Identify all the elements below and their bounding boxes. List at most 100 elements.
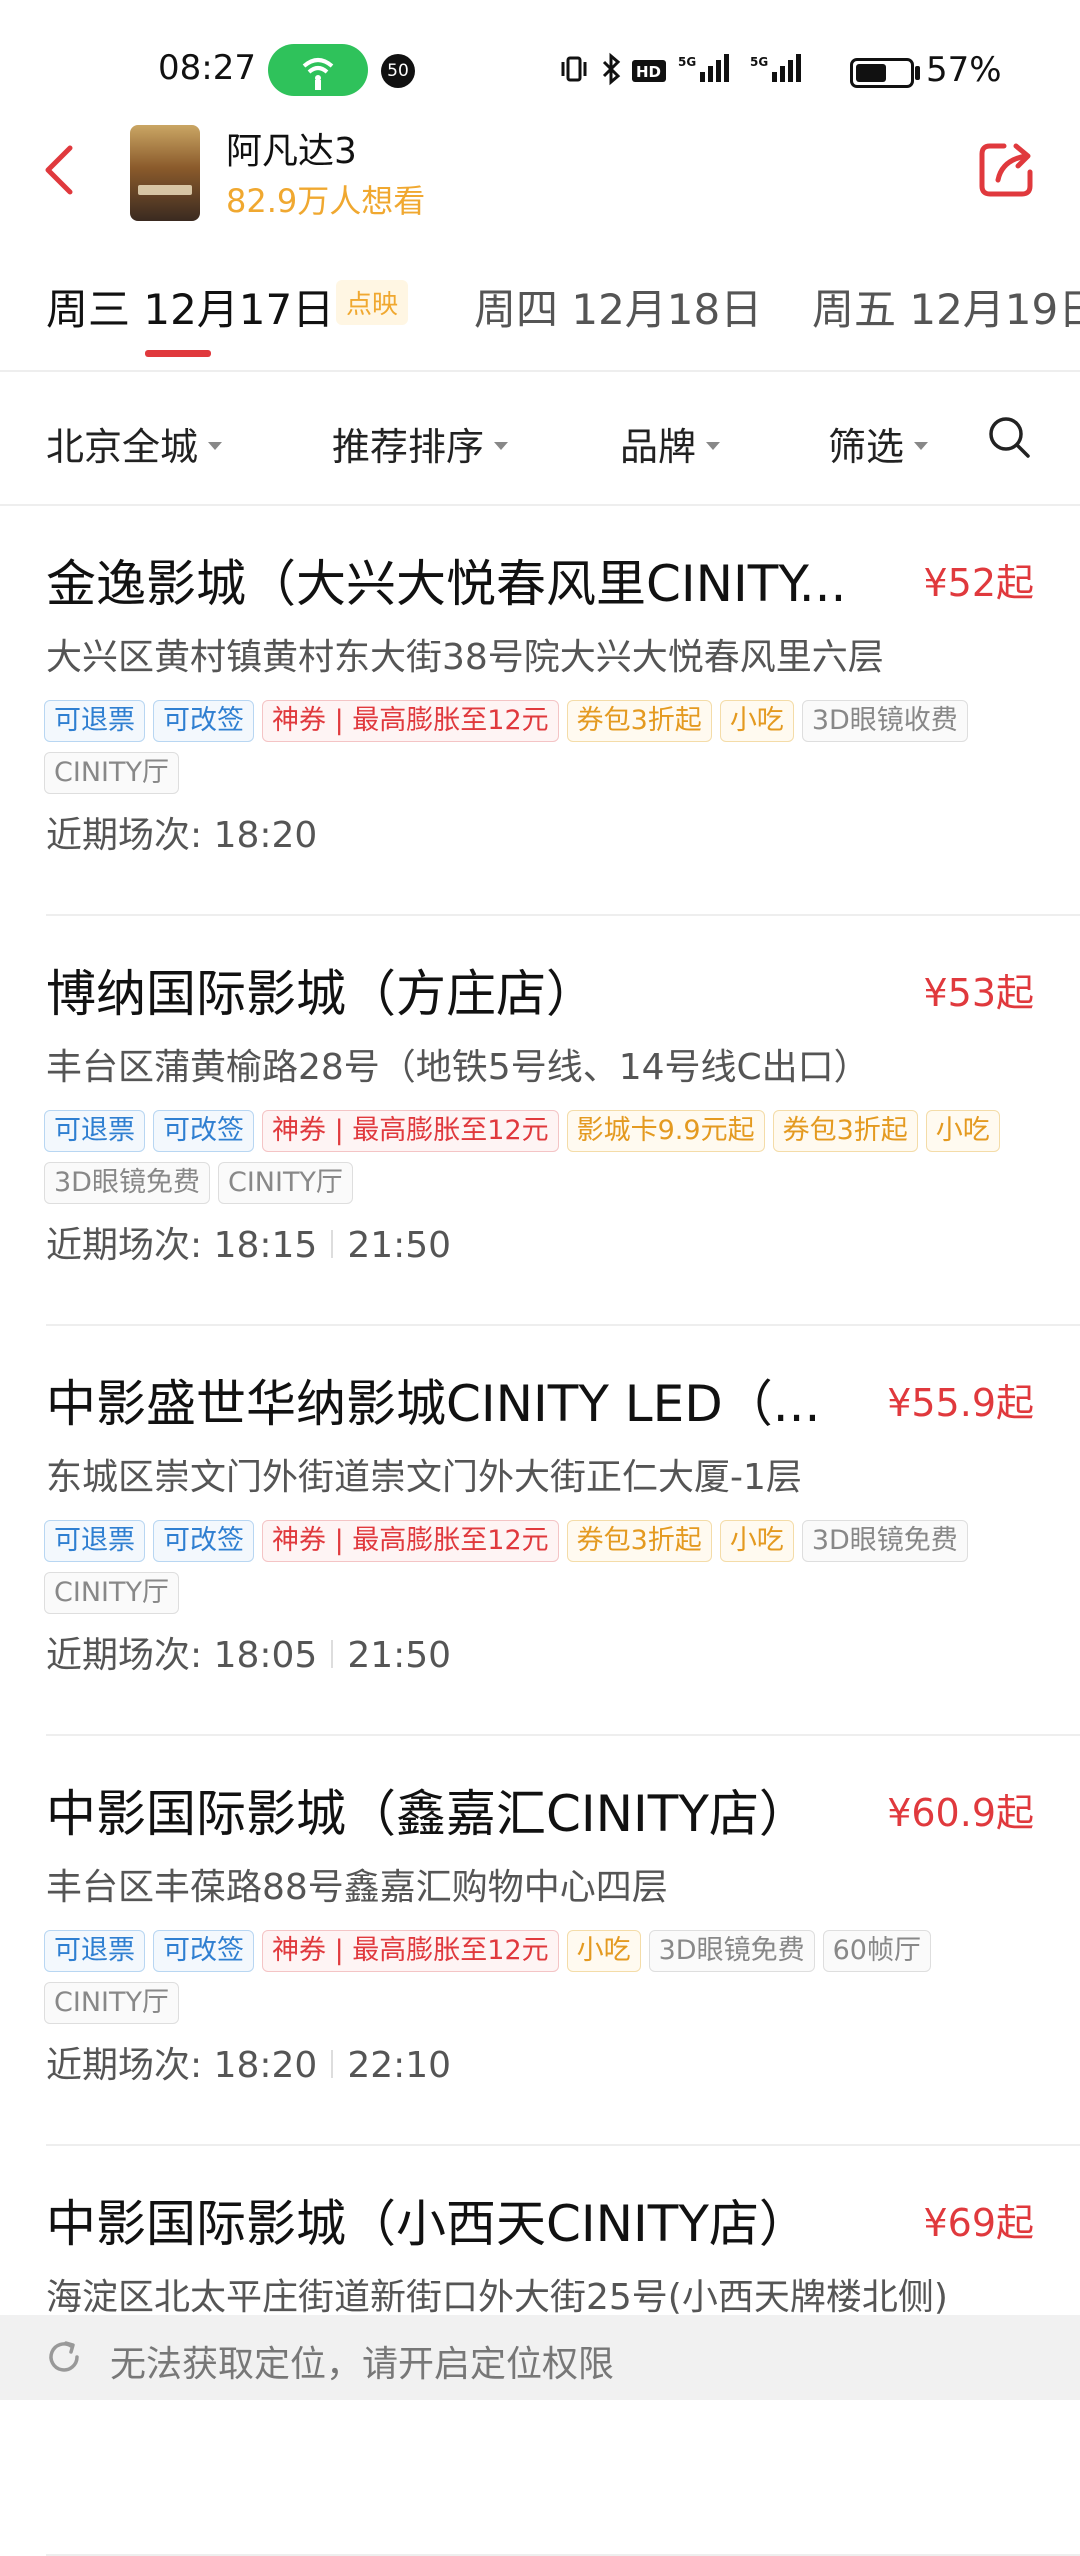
movie-poster[interactable]: [130, 125, 200, 221]
feature-tag: 神券 | 最高膨胀至12元: [262, 1520, 559, 1562]
session-time: 21:50: [347, 1225, 452, 1266]
sessions-label: 近期场次:: [46, 2045, 203, 2086]
session-time: 22:10: [347, 2045, 452, 2086]
feature-tag: 小吃: [925, 1110, 1000, 1152]
battery-icon: [850, 58, 914, 88]
cinema-price: ¥53起: [923, 971, 1034, 1015]
cinema-name: 中影国际影城（鑫嘉汇CINITY店）: [46, 1785, 809, 1843]
battery-tip: [915, 66, 920, 80]
sessions-label: 近期场次:: [46, 1635, 203, 1676]
chevron-down-icon: [494, 441, 509, 450]
cinema-tags: 可退票 可改签 神券 | 最高膨胀至12元 券包3折起 小吃 3D眼镜免费 CINITY厅: [44, 1520, 1044, 1624]
svg-text:HD: HD: [636, 63, 661, 81]
cinema-address: 海淀区北太平庄街道新街口外大街25号(小西天牌楼北侧): [46, 2277, 948, 2318]
active-tab-indicator: [145, 350, 211, 357]
feature-tag: CINITY厅: [44, 1572, 179, 1614]
date-tab-1[interactable]: 周四 12月18日: [474, 276, 762, 337]
cinema-card[interactable]: 金逸影城（大兴大悦春风里CINITY... ¥52起 大兴区黄村镇黄村东大街38号院…: [0, 506, 1080, 916]
cinema-price: ¥60.9起: [887, 1791, 1034, 1835]
back-arrow-icon: [45, 145, 73, 195]
session-time: 18:05: [213, 1635, 318, 1676]
feature-tag: CINITY厅: [44, 752, 179, 794]
feature-tag: 可改签: [153, 1110, 254, 1152]
feature-tag: CINITY厅: [44, 1982, 179, 2024]
refresh-icon: [49, 2341, 79, 2372]
wifi-icon: [302, 58, 334, 90]
cinema-card[interactable]: 博纳国际影城（方庄店） ¥53起丰台区蒲黄榆路28号（地铁5号线、14号线C出口）…: [0, 916, 1080, 1326]
recent-sessions: 近期场次: 18:20: [46, 806, 317, 858]
feature-tag: 券包3折起: [566, 700, 712, 742]
sort-filter[interactable]: 推荐排序: [332, 416, 509, 471]
back-button[interactable]: [36, 140, 86, 200]
feature-tag: 可改签: [153, 1520, 254, 1562]
signal-5g-icon: 5G: [750, 54, 801, 82]
cinema-tags: 可退票 可改签 神券 | 最高膨胀至12元 影城卡9.9元起 券包3折起 小吃 3D眼镜免费…: [44, 1110, 1044, 1214]
cinema-tags: 可退票 可改签 神券 | 最高膨胀至12元 小吃 3D眼镜免费 60帧厅 CINITY厅: [44, 1930, 1044, 2034]
recent-sessions: 近期场次: 18:20 22:10: [46, 2036, 451, 2088]
hd-icon: HD: [632, 60, 666, 82]
want-to-watch-count: 82.9万人想看: [226, 182, 426, 220]
feature-tag: 3D眼镜免费: [648, 1930, 815, 1972]
feature-tag: 3D眼镜收费: [801, 700, 968, 742]
wifi-hotspot-indicator: [268, 44, 368, 96]
feature-tag: CINITY厅: [217, 1162, 353, 1204]
city-filter-label: 北京全城: [46, 425, 199, 469]
cinema-price: ¥52起: [923, 561, 1034, 605]
feature-tag: 神券 | 最高膨胀至12元: [262, 1930, 559, 1972]
vibrate-icon: [561, 56, 587, 82]
cinema-address: 东城区崇文门外街道崇文门外大街正仁大厦-1层: [46, 1457, 802, 1498]
session-time: 18:15: [213, 1225, 318, 1266]
cinema-name: 博纳国际影城（方庄店）: [46, 965, 596, 1023]
session-separator: [331, 2050, 334, 2078]
feature-tag: 小吃: [719, 1520, 794, 1562]
bluetooth-icon: [602, 52, 621, 86]
feature-tag: 小吃: [566, 1930, 641, 1972]
feature-tag: 券包3折起: [566, 1520, 712, 1562]
cinema-price: ¥69起: [923, 2201, 1034, 2245]
session-separator: [331, 1640, 334, 1668]
preview-screening-badge: 点映: [336, 280, 409, 325]
search-icon: [989, 417, 1030, 458]
brand-filter[interactable]: 品牌: [620, 416, 721, 471]
feature-tag: 影城卡9.9元起: [566, 1110, 765, 1152]
chevron-down-icon: [706, 441, 721, 450]
city-filter[interactable]: 北京全城: [46, 416, 223, 471]
session-separator: [331, 1230, 334, 1258]
more-filter[interactable]: 筛选: [828, 416, 929, 471]
location-toast[interactable]: 无法获取定位，请开启定位权限: [0, 2315, 1080, 2400]
session-time: 21:50: [347, 1635, 452, 1676]
date-tab-0[interactable]: 周三 12月17日: [46, 276, 334, 337]
date-tab-2[interactable]: 周五 12月19日: [812, 276, 1080, 337]
feature-tag: 可退票: [44, 700, 145, 742]
cinema-name: 中影国际影城（小西天CINITY店）: [46, 2195, 809, 2253]
movie-title: 阿凡达3: [226, 131, 357, 172]
session-time: 18:20: [213, 2045, 318, 2086]
cinema-price: ¥55.9起: [887, 1381, 1034, 1425]
svg-text:5G: 5G: [678, 55, 696, 69]
feature-tag: 可改签: [153, 1930, 254, 1972]
divider: [0, 370, 1080, 372]
status-icons: HD 5G 5G: [561, 52, 801, 86]
cinema-name: 中影盛世华纳影城CINITY LED（...: [46, 1375, 821, 1433]
feature-tag: 可退票: [44, 1110, 145, 1152]
cinema-card[interactable]: 中影盛世华纳影城CINITY LED（... ¥55.9起东城区崇文门外街道崇文门…: [0, 1326, 1080, 1736]
svg-text:5G: 5G: [750, 55, 768, 69]
share-icon: [979, 143, 1033, 197]
search-button[interactable]: [986, 414, 1032, 460]
more-filter-label: 筛选: [828, 425, 905, 469]
feature-tag: 可退票: [44, 1930, 145, 1972]
movie-header: 阿凡达3 82.9万人想看: [0, 110, 1080, 230]
signal-5g-icon: 5G: [678, 54, 729, 82]
sort-filter-label: 推荐排序: [332, 425, 485, 469]
notification-count-badge: 50: [381, 54, 415, 88]
cinema-address: 丰台区蒲黄榆路28号（地铁5号线、14号线C出口）: [46, 1047, 870, 1088]
feature-tag: 3D眼镜免费: [44, 1162, 210, 1204]
share-button[interactable]: [974, 138, 1038, 202]
cinema-list: 金逸影城（大兴大悦春风里CINITY... ¥52起 大兴区黄村镇黄村东大街38号院…: [0, 506, 1080, 2556]
battery-percent: 57%: [926, 50, 1002, 90]
brand-filter-label: 品牌: [620, 425, 697, 469]
feature-tag: 3D眼镜免费: [801, 1520, 968, 1562]
toast-message: 无法获取定位，请开启定位权限: [110, 2344, 615, 2385]
session-time: 18:20: [213, 815, 318, 856]
cinema-card[interactable]: 中影国际影城（鑫嘉汇CINITY店） ¥60.9起 丰台区丰葆路88号鑫嘉汇购物中心…: [0, 1736, 1080, 2146]
